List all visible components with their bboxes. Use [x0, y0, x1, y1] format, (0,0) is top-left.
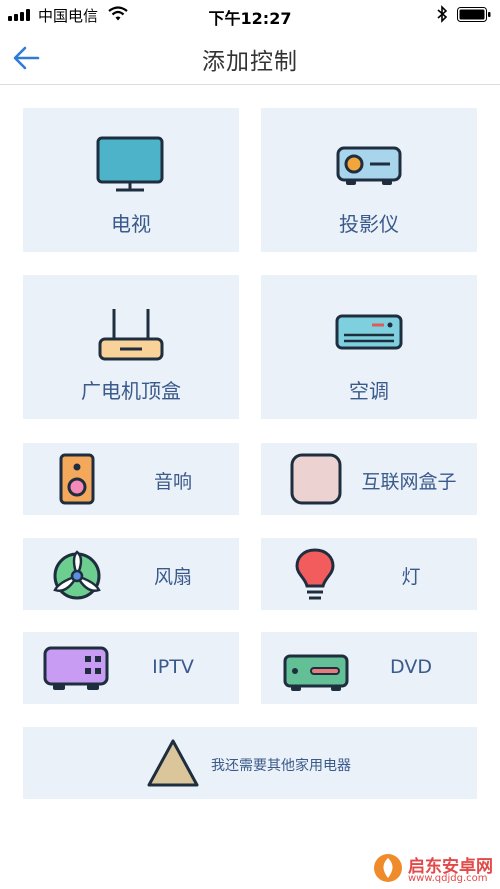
- tile-projector[interactable]: 投影仪: [261, 108, 477, 252]
- watermark-logo-icon: [372, 852, 404, 888]
- tile-iptv-label: IPTV: [152, 656, 194, 678]
- tile-internet-box[interactable]: 互联网盒子: [261, 443, 477, 515]
- tile-other-appliances[interactable]: 我还需要其他家用电器: [23, 727, 477, 799]
- tile-iptv[interactable]: IPTV: [23, 632, 239, 704]
- triangle-icon: [145, 737, 201, 795]
- dvd-player-icon: [281, 640, 351, 696]
- status-bar: 中国电信 下午12:27: [0, 0, 500, 28]
- tile-set-top-box-label: 广电机顶盒: [81, 379, 181, 403]
- tile-light-label: 灯: [401, 566, 421, 588]
- tile-air-conditioner[interactable]: 空调: [261, 275, 477, 419]
- watermark: 启东安卓网 www.qdjdg.com: [372, 852, 496, 886]
- tile-dvd[interactable]: DVD: [261, 632, 477, 704]
- tile-other-appliances-label: 我还需要其他家用电器: [211, 758, 351, 774]
- nav-bar: 添加控制: [0, 28, 500, 85]
- tile-set-top-box[interactable]: 广电机顶盒: [23, 275, 239, 419]
- tile-speaker-label: 音响: [153, 471, 192, 493]
- tile-projector-label: 投影仪: [339, 212, 399, 236]
- iptv-icon: [41, 640, 111, 696]
- tile-fan-label: 风扇: [153, 566, 192, 588]
- air-conditioner-icon: [261, 313, 477, 357]
- bluetooth-icon: [436, 5, 448, 27]
- tile-dvd-label: DVD: [390, 656, 432, 678]
- light-bulb-icon: [285, 546, 345, 602]
- tv-icon: [23, 136, 239, 198]
- tile-fan[interactable]: 风扇: [23, 538, 239, 610]
- tile-internet-box-label: 互联网盒子: [361, 471, 457, 493]
- page-title: 添加控制: [202, 49, 298, 75]
- battery-icon: [457, 7, 491, 22]
- tile-air-conditioner-label: 空调: [349, 379, 389, 403]
- internet-box-icon: [285, 451, 345, 507]
- speaker-icon: [47, 451, 107, 507]
- tile-speaker[interactable]: 音响: [23, 443, 239, 515]
- projector-icon: [261, 136, 477, 198]
- set-top-box-icon: [23, 305, 239, 367]
- tile-tv-label: 电视: [111, 212, 151, 236]
- watermark-url: www.qdjdg.com: [408, 873, 488, 884]
- status-time: 下午12:27: [208, 9, 292, 28]
- fan-icon: [47, 546, 107, 602]
- tile-tv[interactable]: 电视: [23, 108, 239, 252]
- tile-light[interactable]: 灯: [261, 538, 477, 610]
